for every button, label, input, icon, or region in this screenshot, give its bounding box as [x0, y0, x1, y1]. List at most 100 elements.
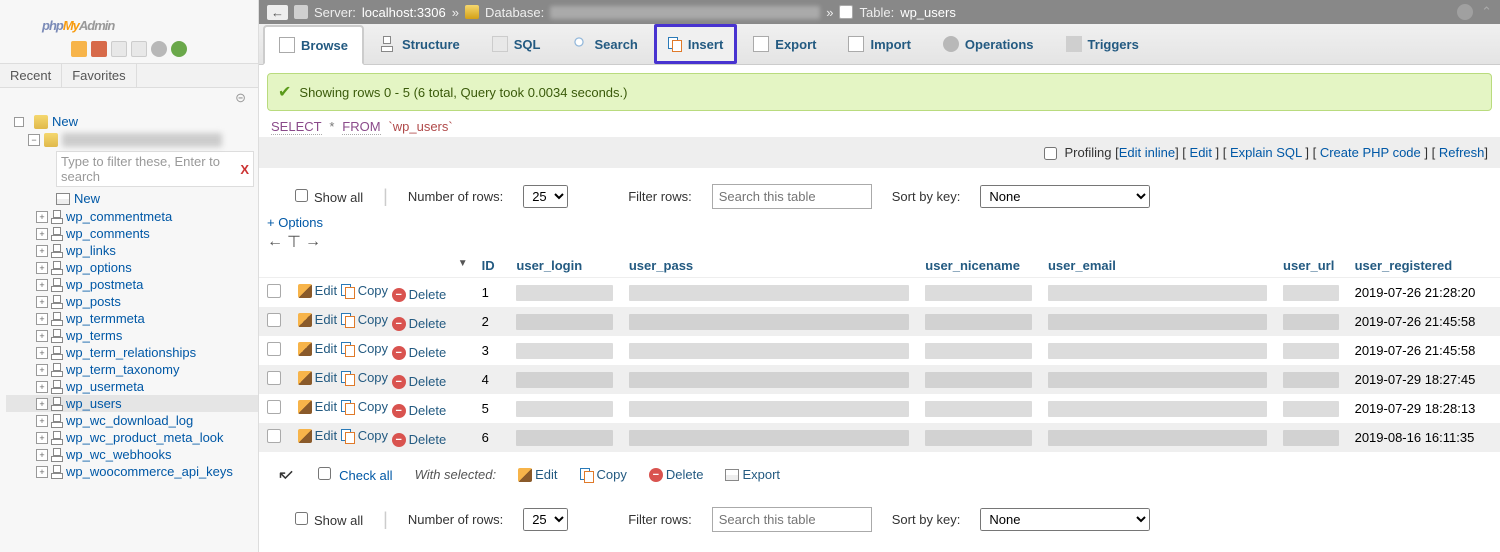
filter-input-b[interactable]: [712, 507, 872, 532]
tree-table-wp_users[interactable]: + wp_users: [6, 395, 258, 412]
row-delete[interactable]: −Delete: [392, 316, 447, 331]
tab-recent[interactable]: Recent: [0, 64, 62, 87]
expand-icon[interactable]: +: [36, 449, 48, 461]
tab-triggers[interactable]: Triggers: [1050, 24, 1155, 64]
tree-new-table[interactable]: New: [6, 189, 258, 208]
tab-operations[interactable]: Operations: [927, 24, 1050, 64]
col-user_nicename[interactable]: user_nicename: [917, 254, 1040, 278]
tree-table-wp_commentmeta[interactable]: + wp_commentmeta: [6, 208, 258, 225]
check-all-checkbox[interactable]: [318, 467, 331, 480]
edit-link[interactable]: Edit: [1190, 145, 1212, 160]
settings-icon[interactable]: [151, 41, 167, 57]
filter-input[interactable]: [712, 184, 872, 209]
structure-icon[interactable]: [50, 346, 64, 360]
tree-table-wp_comments[interactable]: + wp_comments: [6, 225, 258, 242]
structure-icon[interactable]: [50, 278, 64, 292]
move-left-icon[interactable]: ←: [267, 233, 283, 251]
tab-export[interactable]: Export: [737, 24, 832, 64]
structure-icon[interactable]: [50, 397, 64, 411]
row-copy[interactable]: Copy: [341, 370, 388, 385]
tab-import[interactable]: Import: [832, 24, 926, 64]
profiling-checkbox[interactable]: [1044, 147, 1057, 160]
expand-icon[interactable]: +: [36, 296, 48, 308]
row-copy[interactable]: Copy: [341, 341, 388, 356]
show-all-label[interactable]: Show all: [295, 189, 363, 205]
expand-icon[interactable]: +: [36, 245, 48, 257]
tree-table-wp_term_relationships[interactable]: + wp_term_relationships: [6, 344, 258, 361]
clear-filter-icon[interactable]: X: [240, 162, 249, 177]
row-edit[interactable]: Edit: [298, 283, 337, 298]
structure-icon[interactable]: [50, 448, 64, 462]
col-user_url[interactable]: user_url: [1275, 254, 1347, 278]
refresh-link[interactable]: Refresh: [1439, 145, 1485, 160]
row-edit[interactable]: Edit: [298, 312, 337, 327]
tree-table-wp_wc_webhooks[interactable]: + wp_wc_webhooks: [6, 446, 258, 463]
page-settings-icon[interactable]: [1457, 4, 1473, 20]
expand-icon[interactable]: +: [36, 211, 48, 223]
structure-icon[interactable]: [50, 227, 64, 241]
nav-back-icon[interactable]: ←: [267, 5, 288, 20]
tree-table-wp_woocommerce_api_keys[interactable]: + wp_woocommerce_api_keys: [6, 463, 258, 480]
show-all-checkbox[interactable]: [295, 189, 308, 202]
structure-icon[interactable]: [50, 363, 64, 377]
logo[interactable]: phpMyAdmin: [0, 0, 258, 39]
row-checkbox[interactable]: [267, 429, 281, 443]
structure-icon[interactable]: [50, 431, 64, 445]
bulk-edit[interactable]: Edit: [518, 467, 557, 482]
sort-key-select[interactable]: None: [980, 185, 1150, 208]
row-delete[interactable]: −Delete: [392, 345, 447, 360]
row-edit[interactable]: Edit: [298, 399, 337, 414]
expand-icon[interactable]: +: [36, 466, 48, 478]
row-edit[interactable]: Edit: [298, 428, 337, 443]
structure-icon[interactable]: [50, 465, 64, 479]
crumb-table[interactable]: wp_users: [900, 5, 956, 20]
row-delete[interactable]: −Delete: [392, 374, 447, 389]
structure-icon[interactable]: [50, 380, 64, 394]
tree-new[interactable]: New: [6, 112, 258, 131]
structure-icon[interactable]: [50, 312, 64, 326]
expand-icon[interactable]: +: [36, 279, 48, 291]
query-window-icon[interactable]: [131, 41, 147, 57]
col-user_registered[interactable]: user_registered: [1347, 254, 1500, 278]
tree-table-wp_terms[interactable]: + wp_terms: [6, 327, 258, 344]
row-checkbox[interactable]: [267, 400, 281, 414]
explain-link[interactable]: Explain SQL: [1230, 145, 1302, 160]
collapse-top-icon[interactable]: ⌃: [1481, 4, 1492, 20]
structure-icon[interactable]: [50, 244, 64, 258]
row-edit[interactable]: Edit: [298, 341, 337, 356]
expand-icon[interactable]: +: [36, 398, 48, 410]
collapse-icon[interactable]: −: [28, 134, 40, 146]
tab-insert[interactable]: Insert: [654, 24, 737, 64]
structure-icon[interactable]: [50, 329, 64, 343]
show-all-checkbox-b[interactable]: [295, 512, 308, 525]
crumb-server[interactable]: localhost:3306: [362, 5, 446, 20]
tree-table-wp_postmeta[interactable]: + wp_postmeta: [6, 276, 258, 293]
expand-icon[interactable]: +: [36, 347, 48, 359]
options-toggle[interactable]: + Options: [259, 215, 1500, 230]
row-copy[interactable]: Copy: [341, 312, 388, 327]
row-delete[interactable]: −Delete: [392, 432, 447, 447]
row-checkbox[interactable]: [267, 284, 281, 298]
tree-table-wp_wc_download_log[interactable]: + wp_wc_download_log: [6, 412, 258, 429]
structure-icon[interactable]: [50, 210, 64, 224]
structure-icon[interactable]: [50, 261, 64, 275]
expand-icon[interactable]: +: [36, 432, 48, 444]
edit-inline-link[interactable]: Edit inline: [1119, 145, 1175, 160]
expand-icon[interactable]: +: [36, 381, 48, 393]
bulk-export[interactable]: Export: [725, 467, 780, 482]
row-copy[interactable]: Copy: [341, 283, 388, 298]
row-checkbox[interactable]: [267, 371, 281, 385]
filter-placeholder[interactable]: Type to filter these, Enter to search: [61, 154, 240, 184]
docs-icon[interactable]: [111, 41, 127, 57]
tree-table-wp_wc_product_meta_look[interactable]: + wp_wc_product_meta_look: [6, 429, 258, 446]
logout-icon[interactable]: [91, 41, 107, 57]
sort-key-select-b[interactable]: None: [980, 508, 1150, 531]
tree-table-wp_options[interactable]: + wp_options: [6, 259, 258, 276]
row-copy[interactable]: Copy: [341, 428, 388, 443]
row-checkbox[interactable]: [267, 313, 281, 327]
home-icon[interactable]: [71, 41, 87, 57]
col-ID[interactable]: ID: [474, 254, 509, 278]
move-right-icon[interactable]: →: [305, 233, 321, 251]
structure-icon[interactable]: [50, 414, 64, 428]
col-user_pass[interactable]: user_pass: [621, 254, 917, 278]
